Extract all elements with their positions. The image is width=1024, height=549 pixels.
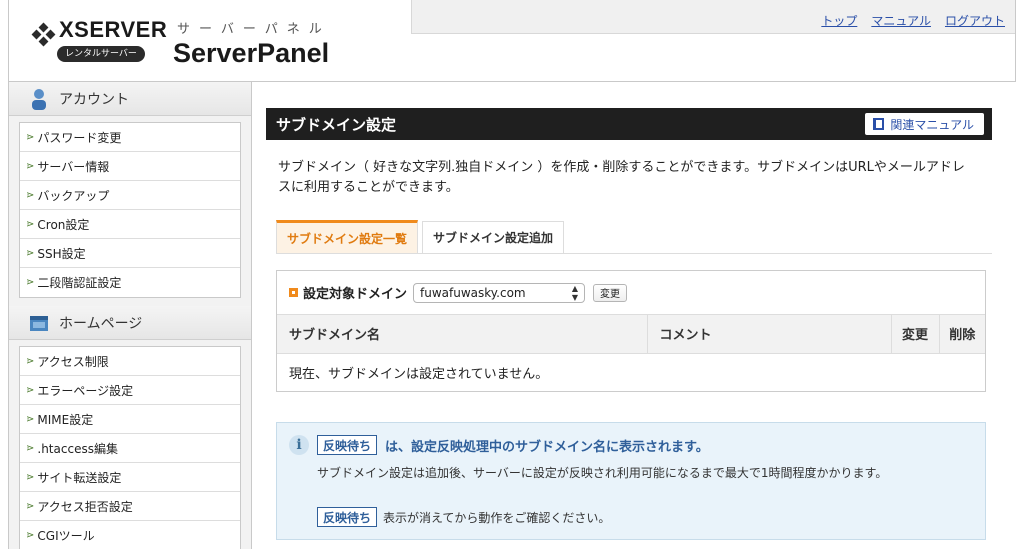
domain-filter-row: 設定対象ドメイン fuwafuwasky.com ▲ ▼ 変更 [277,271,985,315]
info-footer: 反映待ち 表示が消えてから動作をご確認ください。 [317,507,610,527]
sidebar-list-homepage: ⋗ アクセス制限 ⋗ エラーページ設定 ⋗ MIME設定 ⋗ .htaccess編集 ⋗… [19,346,241,549]
info-icon: i [289,435,309,455]
header: XSERVER レンタルサーバー サーバーパネル ServerPanel トップ… [8,0,1016,82]
col-edit: 変更 [891,315,940,354]
info-box: i 反映待ち は、設定反映処理中のサブドメイン名に表示されます。 サブドメイン設… [276,422,986,540]
sidebar-item-access-limit[interactable]: ⋗ アクセス制限 [20,347,240,376]
panel-title: ServerPanel [173,38,330,68]
arrow-icon: ⋗ [26,277,35,288]
nav-manual-link[interactable]: マニュアル [871,12,931,29]
info-footer-text: 表示が消えてから動作をご確認ください。 [383,510,611,525]
col-comment: コメント [647,315,892,354]
sidebar-item-label: SSH設定 [37,246,86,261]
col-delete: 削除 [939,315,985,354]
sidebar-item-server-info[interactable]: ⋗ サーバー情報 [20,152,240,181]
sidebar-item-ssh[interactable]: ⋗ SSH設定 [20,239,240,268]
sidebar: アカウント ⋗ パスワード変更 ⋗ サーバー情報 ⋗ バックアップ ⋗ Cron設定 ⋗… [8,82,252,549]
sidebar-item-label: .htaccess編集 [37,441,118,456]
table-row: 現在、サブドメインは設定されていません。 [277,353,985,391]
sidebar-list-account: ⋗ パスワード変更 ⋗ サーバー情報 ⋗ バックアップ ⋗ Cron設定 ⋗ SSH設定 … [19,122,241,298]
col-subdomain-name: サブドメイン名 [277,315,648,354]
sidebar-section-homepage: ホームページ [9,306,251,340]
sidebar-item-cron[interactable]: ⋗ Cron設定 [20,210,240,239]
arrow-icon: ⋗ [26,413,35,425]
sidebar-item-access-deny[interactable]: ⋗ アクセス拒否設定 [20,492,240,521]
page-title-bar: サブドメイン設定 関連マニュアル [266,108,992,140]
domain-filter-label: 設定対象ドメイン [303,287,408,302]
table-header-row: サブドメイン名 コメント 変更 削除 [277,315,985,354]
arrow-icon: ⋗ [26,530,35,541]
info-body: サブドメイン設定は追加後、サーバーに設定が反映され利用可能になるまで最大で1時間… [317,466,888,480]
info-headline: 反映待ち は、設定反映処理中のサブドメイン名に表示されます。 [317,435,709,455]
account-icon [29,88,49,110]
arrow-icon: ⋗ [26,131,35,143]
tab-bar: サブドメイン設定一覧 サブドメイン設定追加 [276,220,992,254]
sidebar-item-password[interactable]: ⋗ パスワード変更 [20,123,240,152]
arrow-icon: ⋗ [26,160,35,172]
select-arrows-icon: ▲ ▼ [571,283,579,302]
sidebar-section-title: ホームページ [59,315,143,332]
sidebar-section-title: アカウント [59,91,129,108]
pending-badge: 反映待ち [317,435,378,455]
arrow-icon: ⋗ [26,384,35,396]
logo-badge: レンタルサーバー [57,46,145,62]
homepage-icon [29,312,49,334]
sidebar-item-label: アクセス拒否設定 [37,499,133,514]
info-headline-text: は、設定反映処理中のサブドメイン名に表示されます。 [385,439,709,455]
top-nav: トップ マニュアル ログアウト [821,12,1005,29]
sidebar-item-label: エラーページ設定 [37,383,134,398]
sidebar-item-cgi[interactable]: ⋗ CGIツール [20,521,240,549]
tab-subdomain-list[interactable]: サブドメイン設定一覧 [276,220,419,253]
nav-top-link[interactable]: トップ [821,12,857,29]
arrow-icon: ⋗ [26,218,35,230]
arrow-icon: ⋗ [26,189,35,201]
subdomain-list-panel: 設定対象ドメイン fuwafuwasky.com ▲ ▼ 変更 サブドメイン名 コ… [276,270,986,392]
arrow-icon: ⋗ [26,247,35,259]
sidebar-item-redirect[interactable]: ⋗ サイト転送設定 [20,463,240,492]
sidebar-item-label: Cron設定 [37,217,90,232]
related-manual-button[interactable]: 関連マニュアル [865,113,984,135]
sidebar-section-account: アカウント [9,82,251,116]
change-domain-button[interactable]: 変更 [593,283,628,302]
sidebar-item-mime[interactable]: ⋗ MIME設定 [20,405,240,434]
page-title: サブドメイン設定 [276,115,397,134]
bullet-icon [289,288,298,297]
domain-select[interactable]: fuwafuwasky.com ▲ ▼ [413,282,586,303]
sidebar-item-backup[interactable]: ⋗ バックアップ [20,181,240,210]
sidebar-item-label: パスワード変更 [37,130,122,145]
sidebar-item-label: CGIツール [37,529,95,543]
sidebar-item-label: バックアップ [37,188,110,203]
sidebar-item-label: 二段階認証設定 [37,276,122,290]
book-icon [873,118,885,130]
pending-badge: 反映待ち [317,507,378,527]
tab-subdomain-add[interactable]: サブドメイン設定追加 [422,221,565,253]
related-manual-label: 関連マニュアル [890,117,974,132]
arrow-icon: ⋗ [26,355,35,367]
logo[interactable]: XSERVER レンタルサーバー サーバーパネル ServerPanel [9,0,409,81]
nav-logout-link[interactable]: ログアウト [945,12,1005,29]
logo-text: XSERVER [59,17,168,42]
sidebar-item-2fa[interactable]: ⋗ 二段階認証設定 [20,268,240,297]
subdomain-table: サブドメイン名 コメント 変更 削除 現在、サブドメインは設定されていません。 [277,315,985,391]
sidebar-item-label: アクセス制限 [37,354,109,369]
domain-select-value: fuwafuwasky.com [420,285,526,300]
page-description: サブドメイン（ 好きな文字列.独自ドメイン ）を作成・削除することができます。サ… [278,160,965,195]
sidebar-item-label: サイト転送設定 [37,470,122,485]
sidebar-item-htaccess[interactable]: ⋗ .htaccess編集 [20,434,240,463]
main-content: サブドメイン設定 関連マニュアル サブドメイン（ 好きな文字列.独自ドメイン ）… [266,108,992,540]
sidebar-item-label: MIME設定 [37,412,94,427]
xserver-logo-icon [31,22,56,47]
arrow-icon: ⋗ [26,442,35,454]
arrow-icon: ⋗ [26,471,35,483]
panel-subtitle: サーバーパネル [177,22,331,37]
sidebar-item-label: サーバー情報 [37,159,110,174]
empty-message: 現在、サブドメインは設定されていません。 [289,366,549,382]
top-nav-bar: トップ マニュアル ログアウト [411,0,1015,34]
arrow-icon: ⋗ [26,500,35,512]
sidebar-item-error-page[interactable]: ⋗ エラーページ設定 [20,376,240,405]
